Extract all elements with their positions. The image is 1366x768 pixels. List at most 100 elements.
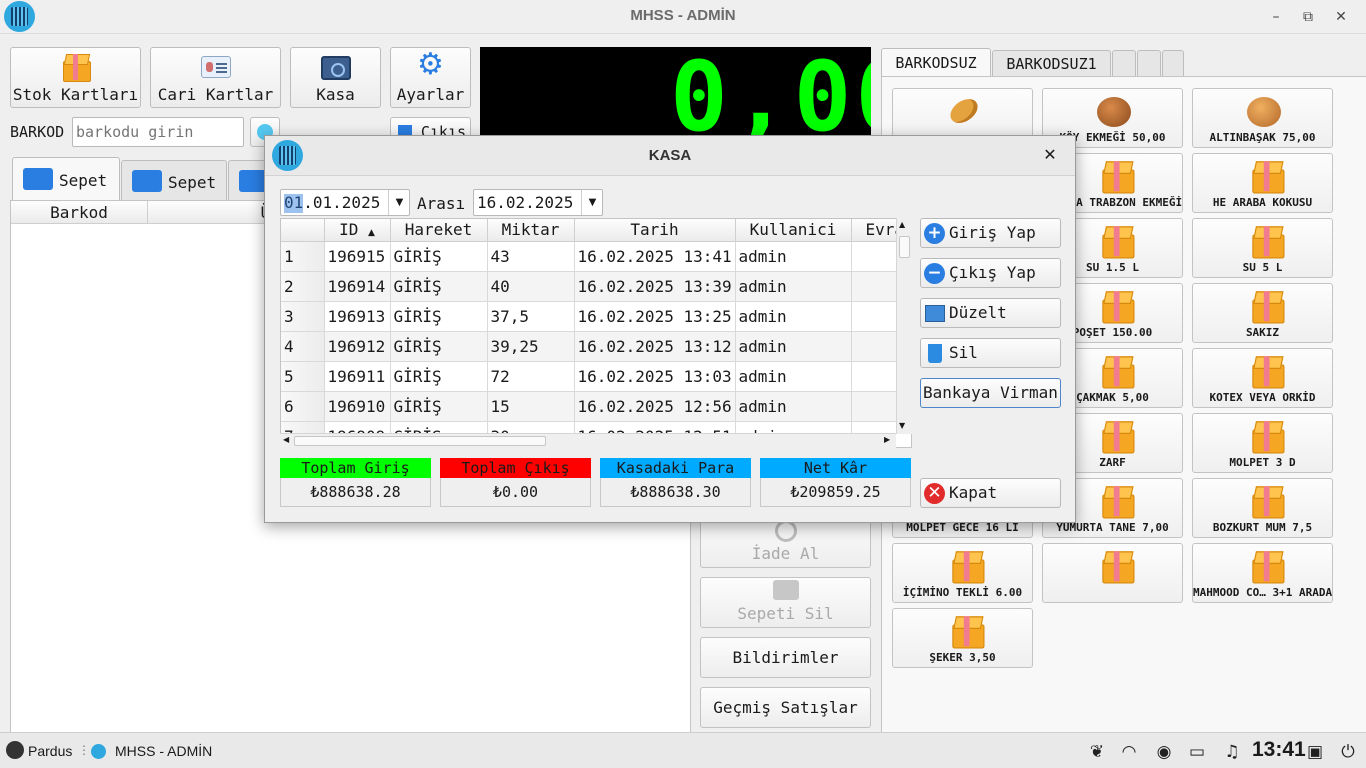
total-value: ₺888638.28 <box>280 478 431 507</box>
product-button[interactable]: ŞEKER 3,50 <box>892 608 1033 668</box>
tab-empty-3[interactable] <box>1162 50 1184 77</box>
cart-delete-icon <box>701 580 870 604</box>
cell-n: 5 <box>281 361 325 392</box>
cart-icon <box>132 170 162 192</box>
product-button[interactable] <box>1042 543 1183 603</box>
scroll-right-icon[interactable]: ▶ <box>884 435 890 444</box>
chevron-down-icon[interactable]: ▼ <box>388 190 410 215</box>
cikis-yap-button[interactable]: − Çıkış Yap <box>920 258 1061 288</box>
stok-kartlari-button[interactable]: Stok Kartları <box>10 47 141 108</box>
col-id[interactable]: ID ▲ <box>324 219 391 242</box>
cell-kullanici: admin <box>735 271 852 302</box>
tab-barkodsuz[interactable]: BARKODSUZ <box>881 48 991 77</box>
ayarlar-button[interactable]: ⚙ Ayarlar <box>390 47 471 108</box>
table-row[interactable]: 3 196913 GİRİŞ 37,5 16.02.2025 13:25 admin <box>281 301 911 332</box>
kasa-button[interactable]: Kasa <box>290 47 381 108</box>
kapat-button[interactable]: ✕ Kapat <box>920 478 1061 508</box>
cell-tarih: 16.02.2025 13:03 <box>574 361 736 392</box>
bell-icon[interactable]: ♫ <box>1222 742 1242 762</box>
trash-icon <box>928 344 942 363</box>
box-icon <box>945 548 984 584</box>
sil-label: Sil <box>949 343 978 362</box>
cart-tab-label: Sepet <box>168 173 217 192</box>
col-hareket[interactable]: Hareket <box>390 219 488 242</box>
duzelt-label: Düzelt <box>949 303 1007 322</box>
box-icon <box>1095 288 1134 324</box>
cell-id: 196910 <box>324 391 391 422</box>
window-titlebar: MHSS - ADMİN – ⧉ ✕ <box>0 0 1366 34</box>
product-button[interactable]: MAHMOOD CO… 3+1 ARADA <box>1192 543 1333 603</box>
bildirimler-button[interactable]: Bildirimler <box>700 637 871 678</box>
minimize-button[interactable]: – <box>1265 6 1287 28</box>
kasa-label: Kasa <box>316 85 355 104</box>
product-button[interactable]: SU 5 L <box>1192 218 1333 278</box>
leaf-icon[interactable]: ❦ <box>1087 742 1107 762</box>
product-button[interactable]: KOTEX VEYA ORKİD <box>1192 348 1333 408</box>
close-button[interactable]: ✕ <box>1330 6 1352 28</box>
start-menu-label[interactable]: Pardus <box>28 743 72 759</box>
product-button[interactable]: MOLPET 3 D <box>1192 413 1333 473</box>
box-icon <box>1095 353 1134 389</box>
tab-barkodsuz1[interactable]: BARKODSUZ1 <box>992 50 1111 77</box>
cell-kullanici: admin <box>735 331 852 362</box>
scroll-up-icon[interactable]: ▲ <box>899 220 905 229</box>
horizontal-scroll-thumb[interactable] <box>294 436 546 446</box>
table-row[interactable]: 5 196911 GİRİŞ 72 16.02.2025 13:03 admin <box>281 361 911 392</box>
sepeti-sil-button[interactable]: Sepeti Sil <box>700 577 871 628</box>
product-button[interactable]: ALTINBAŞAK 75,00 <box>1192 88 1333 148</box>
close-circle-icon: ✕ <box>924 483 945 504</box>
cell-miktar: 72 <box>487 361 575 392</box>
pardus-menu-icon[interactable] <box>6 741 24 759</box>
table-row[interactable]: 6 196910 GİRİŞ 15 16.02.2025 12:56 admin <box>281 391 911 422</box>
total-value: ₺209859.25 <box>760 478 911 507</box>
cart-tab-2[interactable]: Sepet <box>121 160 227 201</box>
product-button[interactable]: BOZKURT MUM 7,5 <box>1192 478 1333 538</box>
cell-n: 3 <box>281 301 325 332</box>
taskbar-app[interactable]: MHSS - ADMİN <box>115 743 212 759</box>
wifi-icon[interactable]: ◠ <box>1119 742 1139 762</box>
vertical-scroll-thumb[interactable] <box>899 236 910 258</box>
tab-empty-1[interactable] <box>1112 50 1136 77</box>
sil-button[interactable]: Sil <box>920 338 1061 368</box>
scroll-down-icon[interactable]: ▼ <box>899 421 905 430</box>
cart-tab-3[interactable] <box>228 160 269 201</box>
date-to-input[interactable]: 16.02.2025 ▼ <box>473 189 603 216</box>
between-label: Arası <box>417 194 466 213</box>
vertical-scrollbar[interactable]: ▲ ▼ <box>896 218 912 434</box>
bankaya-virman-button[interactable]: Bankaya Virman <box>920 378 1061 408</box>
barcode-input[interactable] <box>72 117 244 147</box>
kasa-table: ID ▲ Hareket Miktar Tarih Kullanici Evra… <box>280 218 912 448</box>
product-label: İÇİMİNO TEKLİ 6.00 <box>902 586 1023 599</box>
date-to-value: 16.02.2025 <box>477 193 574 212</box>
record-icon[interactable]: ◉ <box>1154 742 1174 762</box>
scroll-left-icon[interactable]: ◀ <box>283 435 289 444</box>
session-icon[interactable]: ⏻ <box>1338 742 1358 762</box>
iade-al-button[interactable]: İade Al <box>700 517 871 568</box>
product-button[interactable]: SAKIZ <box>1192 283 1333 343</box>
maximize-button[interactable]: ⧉ <box>1297 6 1319 28</box>
minus-icon: − <box>924 263 945 284</box>
cari-kartlar-button[interactable]: Cari Kartlar <box>150 47 281 108</box>
tab-empty-2[interactable] <box>1137 50 1161 77</box>
dialog-close-button[interactable]: ✕ <box>1039 145 1061 167</box>
table-row[interactable]: 2 196914 GİRİŞ 40 16.02.2025 13:39 admin <box>281 271 911 302</box>
table-row[interactable]: 4 196912 GİRİŞ 39,25 16.02.2025 13:12 admin <box>281 331 911 362</box>
gecmis-satislar-button[interactable]: Geçmiş Satışlar <box>700 687 871 728</box>
table-row[interactable]: 1 196915 GİRİŞ 43 16.02.2025 13:41 admin <box>281 241 911 272</box>
cart-tab-1[interactable]: Sepet <box>12 157 120 201</box>
clock[interactable]: 13:41 <box>1252 738 1306 762</box>
col-kullanici[interactable]: Kullanici <box>735 219 852 242</box>
col-miktar[interactable]: Miktar <box>487 219 575 242</box>
product-button[interactable]: İÇİMİNO TEKLİ 6.00 <box>892 543 1033 603</box>
product-button[interactable]: HE ARABA KOKUSU <box>1192 153 1333 213</box>
col-tarih[interactable]: Tarih <box>574 219 736 242</box>
show-desktop-icon[interactable]: ▣ <box>1305 742 1325 762</box>
chevron-down-icon[interactable]: ▼ <box>581 190 603 215</box>
round-bread-icon <box>1095 93 1131 127</box>
giris-yap-button[interactable]: + Giriş Yap <box>920 218 1061 248</box>
horizontal-scrollbar[interactable]: ◀ ▶ <box>280 433 896 448</box>
date-from-input[interactable]: 01.01.2025 ▼ <box>280 189 410 216</box>
battery-icon[interactable]: ▭ <box>1187 742 1207 762</box>
cell-miktar: 43 <box>487 241 575 272</box>
duzelt-button[interactable]: Düzelt <box>920 298 1061 328</box>
